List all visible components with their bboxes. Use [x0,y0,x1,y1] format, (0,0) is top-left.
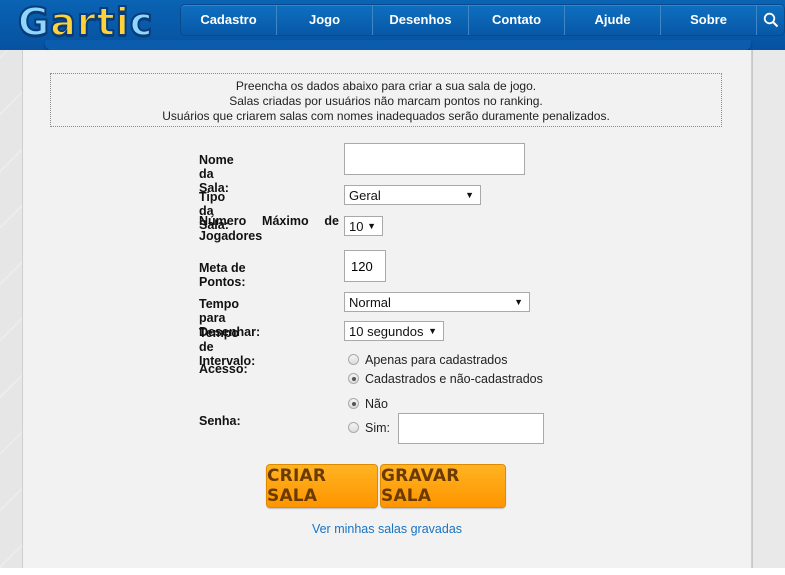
nav-desenhos[interactable]: Desenhos [373,5,469,35]
access-label: Acesso: [199,362,248,376]
access-option-registered[interactable]: Apenas para cadastrados [348,352,507,367]
room-name-input[interactable] [344,143,525,175]
password-option-label: Não [365,396,388,411]
notice-box: Preencha os dados abaixo para criar a su… [50,73,722,127]
footer-strip [0,568,785,575]
notice-line: Preencha os dados abaixo para criar a su… [235,79,537,93]
points-goal-label: Meta de Pontos: [199,261,246,289]
password-option-no[interactable]: Não [348,396,388,411]
max-players-label: Número Máximo de Jogadores [199,214,339,243]
notice-line: Usuários que criarem salas com nomes ina… [162,109,610,123]
dropdown-arrow-icon: ▼ [514,297,523,307]
create-room-button[interactable]: CRIAR SALA [266,464,378,508]
dropdown-arrow-icon: ▼ [367,221,376,231]
interval-time-select[interactable]: 10 segundos ▼ [344,321,444,341]
max-players-value: 10 [349,218,364,234]
max-players-select[interactable]: 10 ▼ [344,216,383,236]
access-option-label: Cadastrados e não-cadastrados [365,371,543,386]
logo-letter: i [115,0,130,45]
room-type-select[interactable]: Geral ▼ [344,185,481,205]
logo-letter: t [96,0,116,45]
radio-access-registered[interactable] [348,354,359,366]
room-type-value: Geral [349,187,381,203]
main-nav: Cadastro Jogo Desenhos Contato Ajude Sob… [180,4,785,36]
saved-rooms-link[interactable]: Ver minhas salas gravadas [23,522,751,536]
nav-jogo[interactable]: Jogo [277,5,373,35]
save-room-button[interactable]: GRAVAR SALA [380,464,506,508]
room-name-label: Nome da Sala: [199,153,234,195]
draw-time-value: Normal [349,294,391,310]
logo-letter: G [17,0,51,45]
dropdown-arrow-icon: ▼ [465,190,474,200]
gartic-logo[interactable]: Gartic [17,0,154,45]
interval-time-value: 10 segundos [349,323,424,339]
nav-ajude[interactable]: Ajude [565,5,661,35]
notice-line: Salas criadas por usuários não marcam po… [229,94,543,108]
draw-time-select[interactable]: Normal ▼ [344,292,530,312]
nav-cadastro[interactable]: Cadastro [181,5,277,35]
password-option-label: Sim: [365,420,390,435]
access-option-all[interactable]: Cadastrados e não-cadastrados [348,371,543,386]
radio-access-all[interactable] [348,373,359,385]
access-option-label: Apenas para cadastrados [365,352,508,367]
nav-contato[interactable]: Contato [469,5,565,35]
radio-password-no[interactable] [348,398,359,410]
password-option-yes[interactable]: Sim: [348,420,390,435]
nav-sobre[interactable]: Sobre [661,5,757,35]
password-label: Senha: [199,414,241,428]
logo-letter: r [76,0,97,45]
logo-letter: c [129,0,154,45]
search-icon [763,12,778,28]
right-gutter [752,50,785,575]
search-button[interactable] [757,5,784,35]
logo-letter: a [49,0,77,45]
points-goal-input[interactable] [344,250,386,282]
create-room-panel: Preencha os dados abaixo para criar a su… [22,50,752,569]
radio-password-yes[interactable] [348,422,359,434]
dropdown-arrow-icon: ▼ [428,326,437,336]
password-input[interactable] [398,413,544,444]
